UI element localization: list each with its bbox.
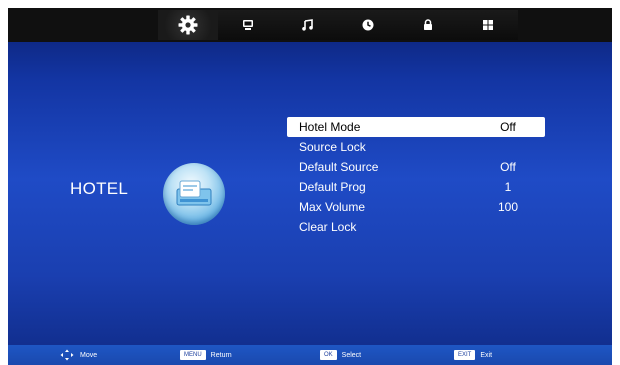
menu-item-label: Hotel Mode (299, 120, 361, 134)
hotel-menu-list: Hotel Mode Off Source Lock Default Sourc… (287, 117, 545, 237)
hotel-key-icon (163, 163, 225, 225)
lock-icon (424, 19, 432, 30)
hint-return: MENU Return (180, 345, 232, 365)
monitor-icon (243, 20, 253, 30)
menu-key-badge: MENU (180, 350, 206, 360)
hint-move-label: Move (80, 351, 98, 359)
tab-apps[interactable] (458, 10, 518, 40)
menu-item-label: Max Volume (299, 200, 366, 214)
menu-item-value: Off (500, 120, 516, 134)
menu-item-source-lock[interactable]: Source Lock (287, 137, 545, 157)
menu-item-max-volume[interactable]: Max Volume 100 (287, 197, 545, 217)
tab-setup[interactable] (158, 10, 218, 40)
tab-lock[interactable] (398, 10, 458, 40)
section-title: HOTEL (70, 179, 129, 198)
ok-key-badge: OK (320, 350, 337, 360)
menu-tabs (158, 10, 518, 40)
hint-move: Move (60, 345, 97, 365)
menu-item-default-source[interactable]: Default Source Off (287, 157, 545, 177)
menu-item-hotel-mode[interactable]: Hotel Mode Off (287, 117, 545, 137)
hint-bar: Move MENU Return OK Select EXIT Exit (8, 345, 612, 365)
menu-item-label: Source Lock (299, 140, 366, 154)
hint-exit-label: Exit (480, 351, 493, 359)
hint-exit: EXIT Exit (454, 345, 492, 365)
menu-item-default-prog[interactable]: Default Prog 1 (287, 177, 545, 197)
menu-item-value: 1 (504, 180, 512, 194)
tab-sound[interactable] (278, 10, 338, 40)
menu-item-value: 100 (497, 200, 519, 214)
tv-menu-screen: HOTEL Hotel Mode Off Source Lock Default… (8, 8, 612, 365)
menu-item-value: Off (500, 160, 516, 174)
hint-select-label: Select (341, 351, 362, 359)
tab-time[interactable] (338, 10, 398, 40)
top-menu-bar (8, 8, 612, 42)
move-arrows-icon (60, 349, 74, 361)
grid-icon (483, 20, 493, 30)
tab-picture[interactable] (218, 10, 278, 40)
menu-item-label: Default Source (299, 160, 379, 174)
menu-item-clear-lock[interactable]: Clear Lock (287, 217, 545, 237)
menu-item-label: Clear Lock (299, 220, 357, 234)
gear-icon (178, 15, 198, 35)
hint-select: OK Select (320, 345, 361, 365)
exit-key-badge: EXIT (454, 350, 476, 360)
music-note-icon (302, 19, 313, 31)
clock-icon (362, 19, 374, 31)
hint-return-label: Return (210, 351, 232, 359)
menu-item-label: Default Prog (299, 180, 366, 194)
